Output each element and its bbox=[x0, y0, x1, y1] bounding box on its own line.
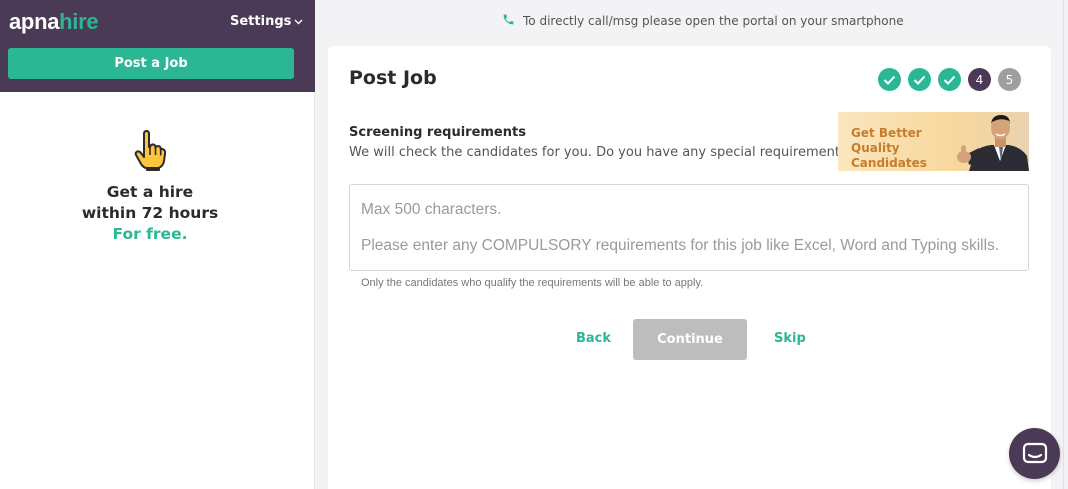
chat-launcher-button[interactable] bbox=[1009, 428, 1060, 479]
sidebar: apnahire Settings Post a Job Get a hire … bbox=[0, 0, 315, 489]
step-4-current: 4 bbox=[968, 68, 991, 91]
businessman-thumbs-up-icon bbox=[957, 115, 1029, 171]
promo-line-3: For free. bbox=[112, 225, 188, 243]
sidebar-promo: Get a hire within 72 hours For free. bbox=[0, 130, 300, 245]
section-title: Screening requirements bbox=[349, 125, 526, 140]
post-job-card: Post Job 4 5 Screening requirements We w… bbox=[328, 46, 1051, 489]
logo[interactable]: apnahire bbox=[9, 9, 99, 35]
section-subtitle: We will check the candidates for you. Do… bbox=[349, 145, 854, 160]
step-3-complete bbox=[938, 68, 961, 91]
page-title: Post Job bbox=[349, 67, 437, 89]
logo-part-2: hire bbox=[59, 9, 99, 34]
checkmark-icon bbox=[943, 75, 956, 85]
step-1-complete bbox=[878, 68, 901, 91]
settings-menu[interactable]: Settings bbox=[230, 14, 303, 29]
post-a-job-button[interactable]: Post a Job bbox=[8, 48, 294, 79]
chat-icon bbox=[1022, 442, 1047, 463]
continue-button[interactable]: Continue bbox=[633, 319, 747, 360]
skip-button[interactable]: Skip bbox=[774, 331, 806, 346]
promo-line-2: within 72 hours bbox=[81, 204, 219, 222]
requirements-placeholder-line-1: Max 500 characters. bbox=[361, 201, 502, 218]
requirements-placeholder-line-2: Please enter any COMPULSORY requirements… bbox=[361, 237, 1000, 254]
notice-text: To directly call/msg please open the por… bbox=[523, 14, 904, 28]
logo-part-1: apna bbox=[9, 9, 60, 34]
smartphone-notice: To directly call/msg please open the por… bbox=[502, 13, 904, 29]
sidebar-header: apnahire Settings Post a Job bbox=[0, 0, 315, 92]
back-button[interactable]: Back bbox=[576, 331, 611, 346]
chevron-down-icon bbox=[294, 17, 303, 28]
step-indicator: 4 5 bbox=[878, 68, 1021, 91]
requirements-help-text: Only the candidates who qualify the requ… bbox=[361, 277, 704, 289]
quality-banner: Get Better Quality Candidates bbox=[838, 112, 1029, 171]
requirements-textarea[interactable]: Max 500 characters. Please enter any COM… bbox=[349, 184, 1029, 271]
settings-label: Settings bbox=[230, 14, 292, 29]
checkmark-icon bbox=[883, 75, 896, 85]
pointing-hand-icon bbox=[132, 130, 168, 172]
page-scrollbar[interactable] bbox=[1063, 0, 1068, 489]
step-2-complete bbox=[908, 68, 931, 91]
step-5-pending: 5 bbox=[998, 68, 1021, 91]
phone-icon bbox=[502, 13, 515, 29]
promo-line-1: Get a hire bbox=[106, 183, 194, 201]
checkmark-icon bbox=[913, 75, 926, 85]
